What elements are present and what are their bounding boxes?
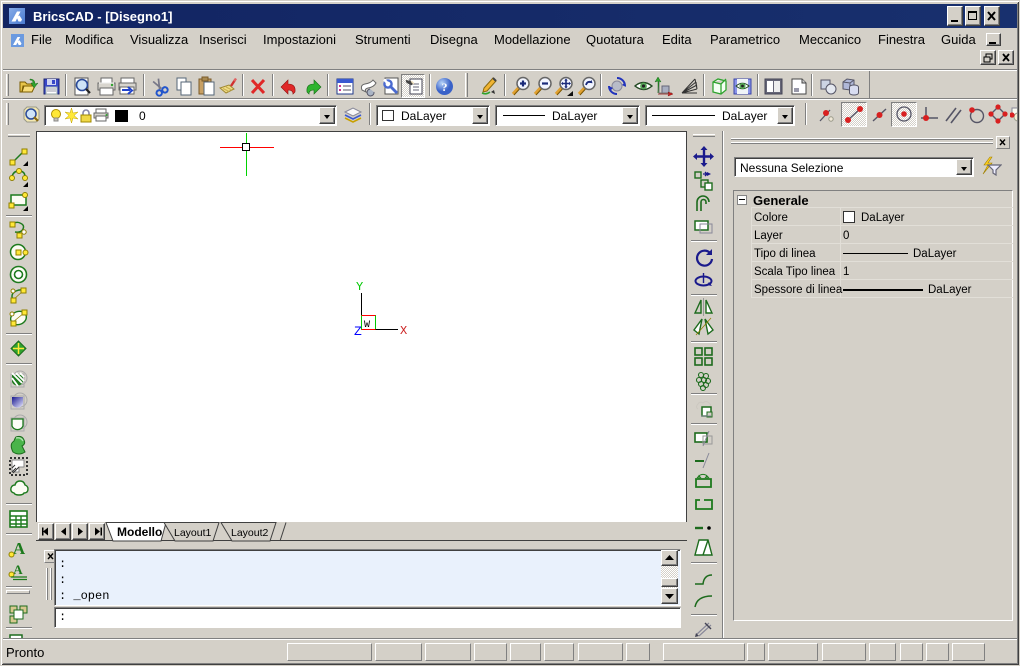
svg-text:?: ? [442, 80, 448, 94]
svg-text:Y: Y [356, 280, 363, 294]
svg-text:Modello: Modello [117, 525, 162, 539]
svg-text:W: W [364, 320, 370, 331]
svg-text:Layout2: Layout2 [231, 527, 269, 539]
svg-text:A: A [13, 539, 26, 558]
svg-text:X: X [400, 324, 407, 338]
svg-text:A: A [13, 562, 23, 577]
svg-text:Layout1: Layout1 [174, 527, 212, 539]
svg-text:Z: Z [354, 324, 362, 338]
